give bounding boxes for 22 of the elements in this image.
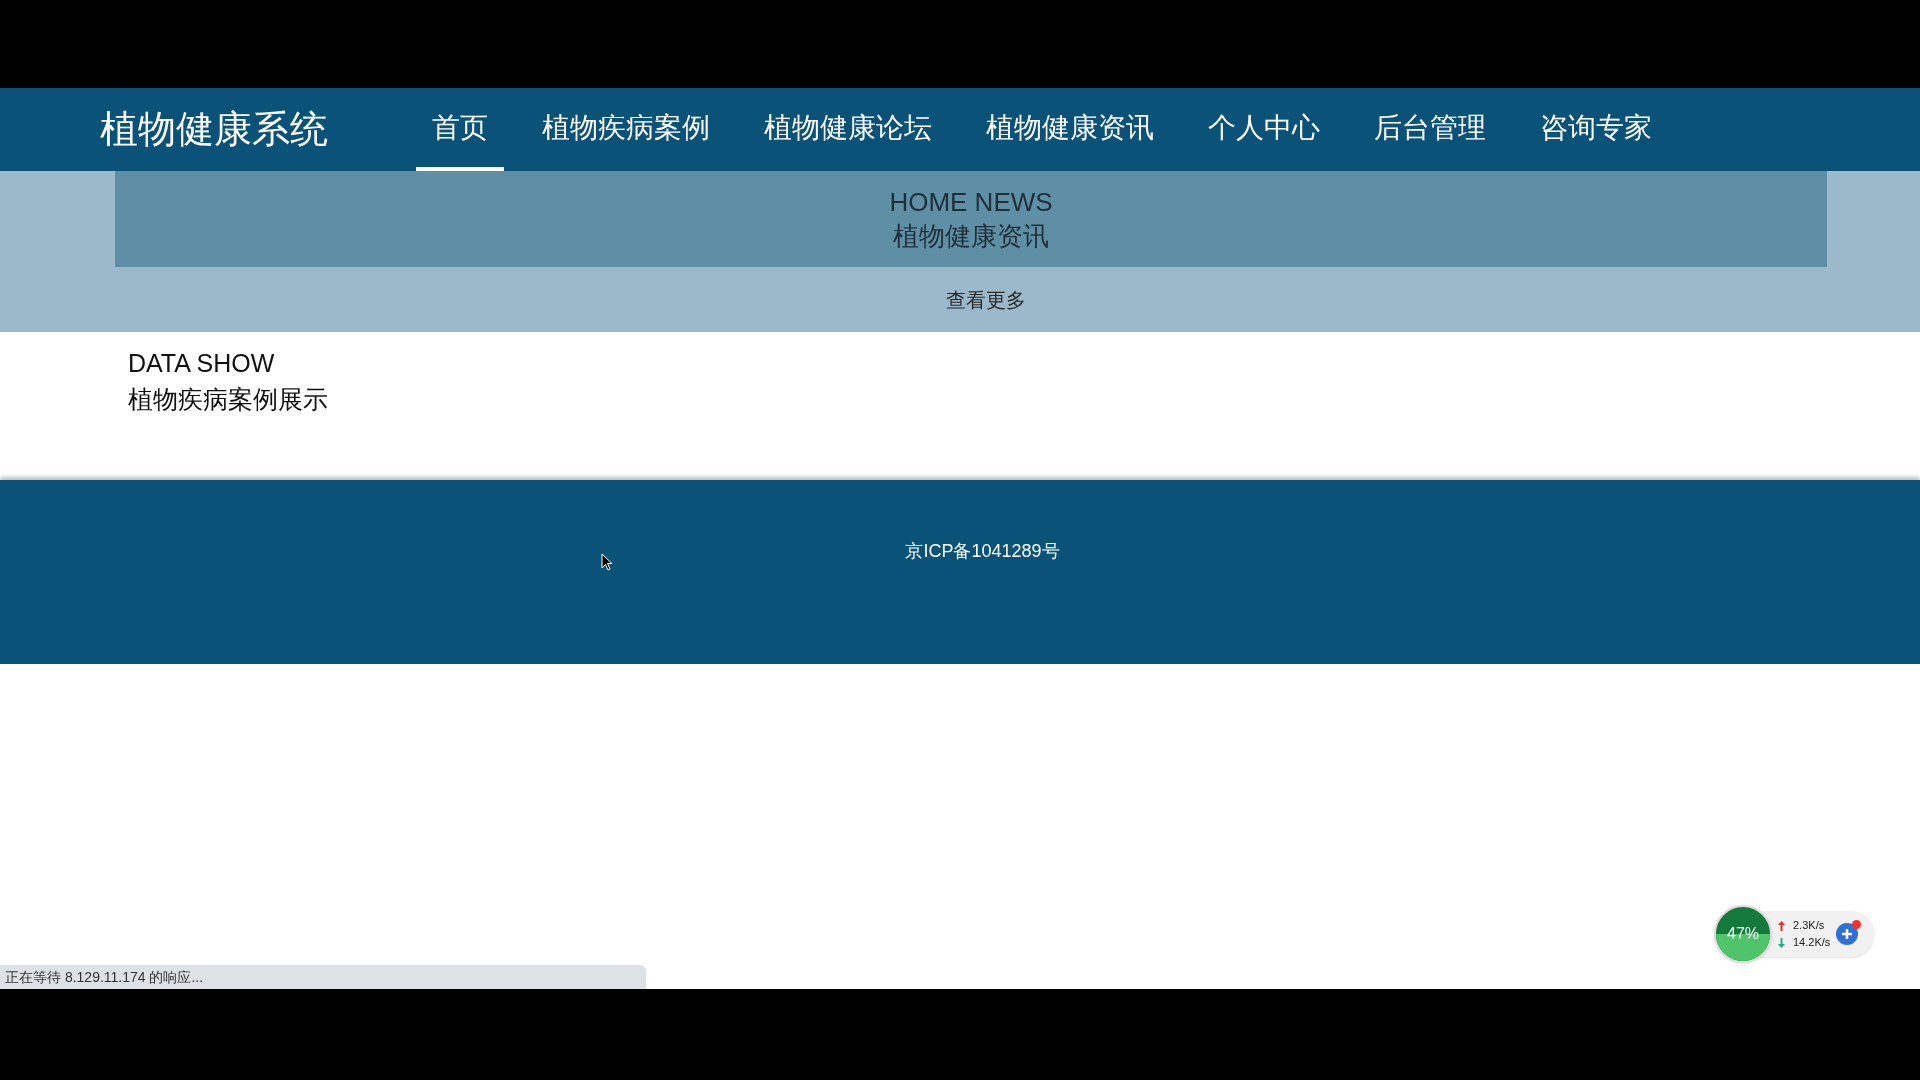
nav-tab[interactable]: 咨询专家 — [1524, 88, 1668, 171]
upload-speed: 2.3K/s — [1793, 918, 1825, 933]
nav-tab[interactable]: 植物疾病案例 — [526, 88, 726, 171]
section-title: 植物健康资讯 — [893, 220, 1049, 253]
upload-arrow-icon — [1778, 920, 1785, 931]
section-title-en: HOME NEWS — [889, 186, 1053, 219]
download-speed: 14.2K/s — [1793, 935, 1831, 950]
nav-tab[interactable]: 个人中心 — [1192, 88, 1336, 171]
view-more-link[interactable]: 查看更多 — [946, 284, 1026, 315]
nav-tab[interactable]: 植物健康资讯 — [970, 88, 1170, 171]
icp-license-text: 京ICP备1041289号 — [905, 540, 1060, 563]
section-title-en: DATA SHOW — [128, 348, 276, 379]
cursor-icon — [601, 553, 613, 571]
usage-percent: 47% — [1727, 924, 1759, 944]
site-logo[interactable]: 植物健康系统 — [100, 101, 410, 158]
nav-tab[interactable]: 后台管理 — [1358, 88, 1502, 171]
section-title: 植物疾病案例展示 — [128, 384, 329, 415]
usage-gauge[interactable]: 47% — [1714, 905, 1772, 963]
nav-tab[interactable]: 植物健康论坛 — [748, 88, 948, 171]
download-arrow-icon — [1778, 937, 1785, 948]
status-text: 正在等待 8.129.11.174 的响应... — [5, 967, 204, 987]
plus-icon[interactable] — [1836, 923, 1859, 945]
